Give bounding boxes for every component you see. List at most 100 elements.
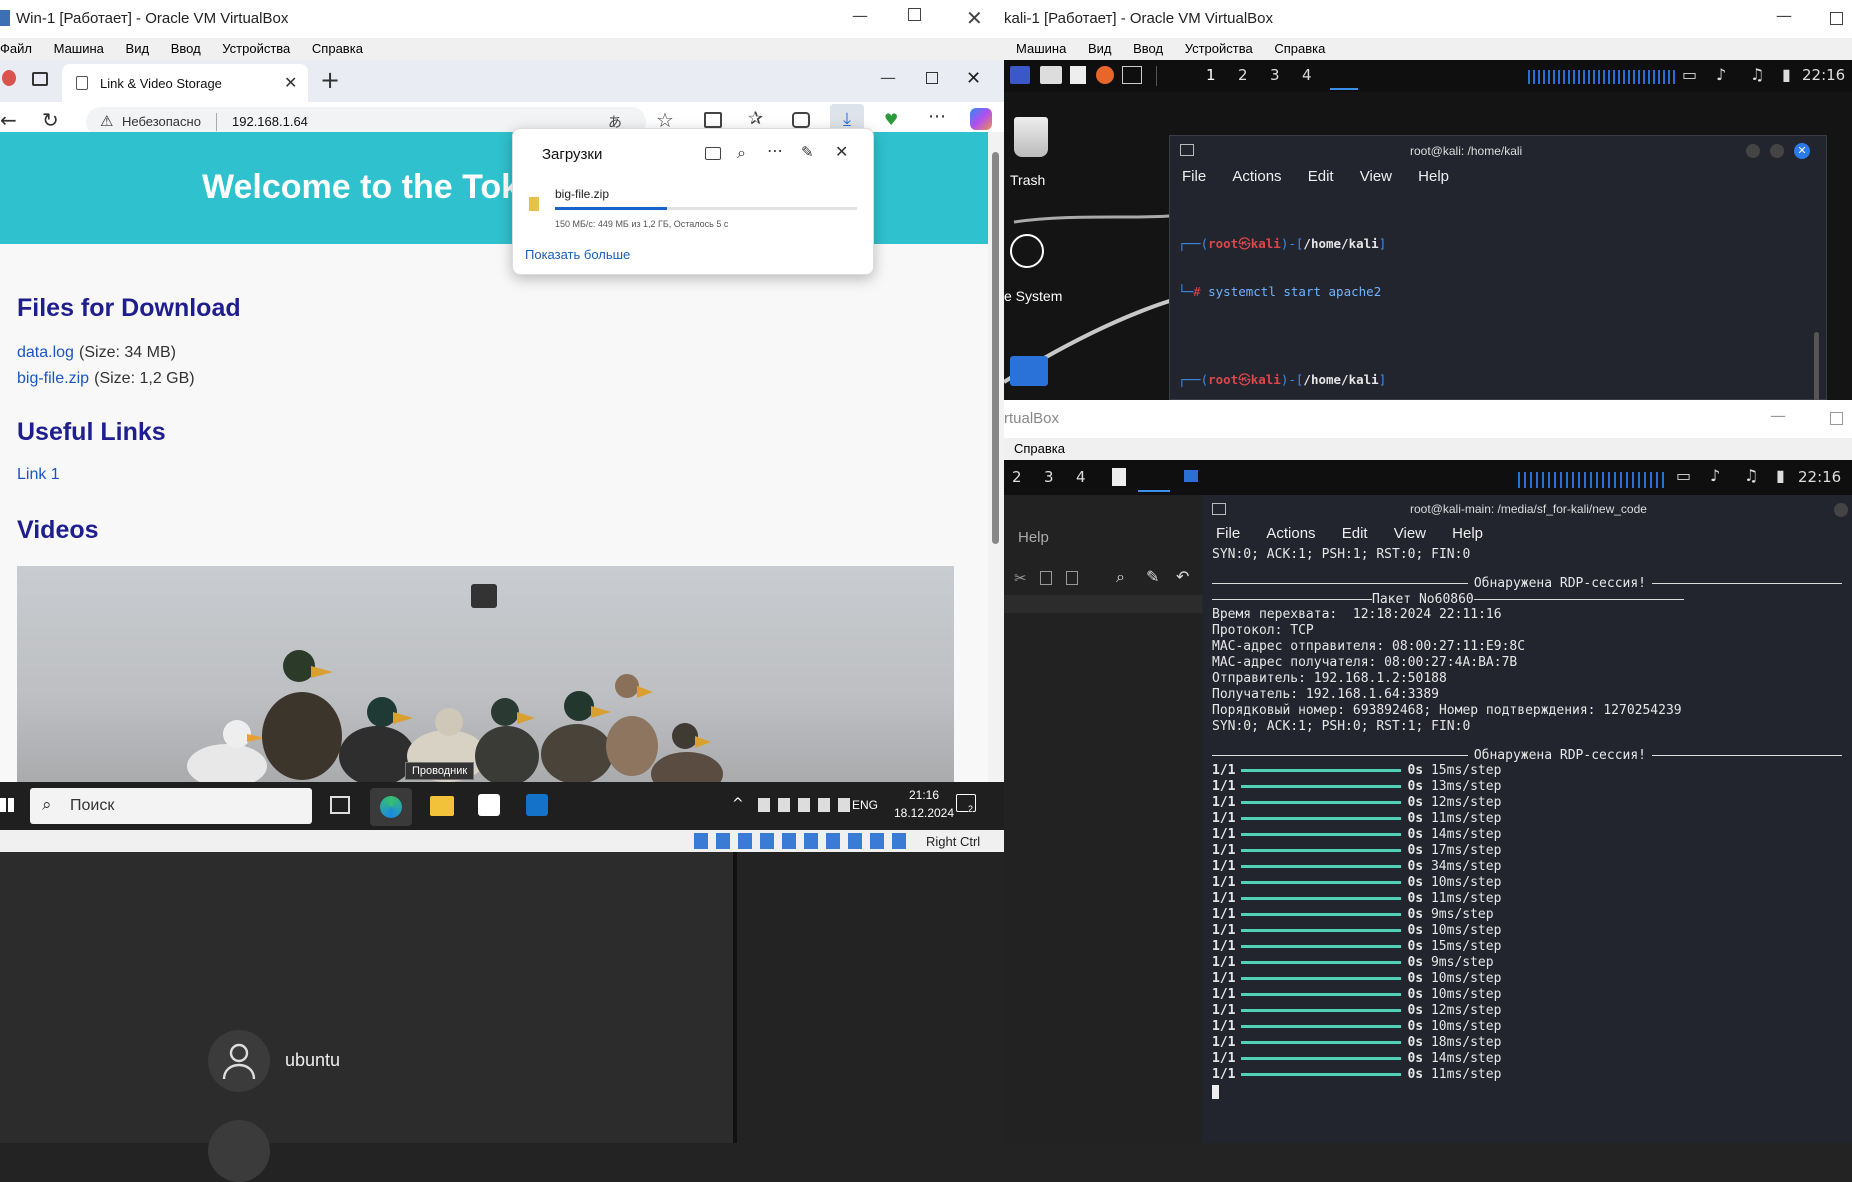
menu-help[interactable]: Справка	[312, 41, 363, 56]
workspace-1[interactable]: 1	[1206, 66, 1216, 84]
tools-icon[interactable]: ✎	[1146, 567, 1159, 586]
home-folder-icon[interactable]	[1010, 356, 1048, 386]
editor-icon[interactable]	[1112, 468, 1126, 486]
more-icon[interactable]: ⋯	[928, 106, 946, 127]
outlook-icon[interactable]	[526, 794, 548, 816]
system-icon[interactable]	[1010, 234, 1044, 268]
maximize-icon[interactable]	[1830, 412, 1843, 425]
url-text[interactable]: 192.168.1.64	[232, 114, 308, 129]
link-1[interactable]: Link 1	[17, 466, 60, 484]
menu-help[interactable]: Справка	[1274, 41, 1325, 56]
term-menu-edit[interactable]: Edit	[1308, 168, 1334, 185]
download-filename[interactable]: big-file.zip	[555, 187, 609, 201]
browser-essentials-icon[interactable]: ♥	[884, 110, 898, 129]
workspace-2[interactable]: 2	[1238, 66, 1248, 84]
tab-close-icon[interactable]: ✕	[284, 73, 297, 92]
menu-machine[interactable]: Машина	[54, 41, 104, 56]
kali-menu-icon[interactable]	[1010, 66, 1030, 84]
security-label[interactable]: Небезопасно	[122, 114, 201, 129]
menu-devices[interactable]: Устройства	[1185, 41, 1253, 56]
warning-icon[interactable]: ⚠	[100, 112, 113, 130]
maximize-icon[interactable]	[1830, 12, 1843, 25]
edge-taskbar-bg[interactable]	[370, 788, 412, 826]
minimize-icon[interactable]: —	[852, 6, 868, 25]
video-player[interactable]	[17, 566, 954, 782]
tab-actions-icon[interactable]	[32, 72, 48, 86]
menu-view[interactable]: Вид	[126, 41, 150, 56]
terminal-minimize-icon[interactable]	[1746, 144, 1760, 158]
term-menu-actions[interactable]: Actions	[1266, 525, 1315, 542]
show-more-link[interactable]: Показать больше	[525, 247, 630, 262]
close-flyout-icon[interactable]: ✕	[835, 142, 848, 161]
taskbar-search[interactable]: ⌕ Поиск	[30, 788, 312, 824]
lang-indicator[interactable]: ENG	[852, 798, 878, 812]
file-link-big-file[interactable]: big-file.zip	[17, 370, 89, 387]
battery-icon[interactable]: ▮	[1776, 466, 1785, 485]
firefox-icon[interactable]	[1096, 66, 1114, 84]
editor-icon[interactable]	[1070, 66, 1086, 84]
workspace-3[interactable]: 3	[1270, 66, 1280, 84]
menu-input[interactable]: Ввод	[1133, 41, 1163, 56]
menu-devices[interactable]: Устройства	[222, 41, 290, 56]
favorites-icon[interactable]: ✰	[748, 108, 763, 129]
user-avatar-icon[interactable]	[208, 1030, 270, 1092]
store-icon[interactable]	[478, 794, 500, 816]
tab-active[interactable]: Link & Video Storage ✕	[62, 64, 308, 102]
pip-icon[interactable]	[471, 584, 497, 608]
start-icon[interactable]	[0, 798, 14, 812]
terminal-scroll-thumb[interactable]	[1814, 332, 1819, 400]
menu-help[interactable]: Справка	[1014, 441, 1065, 456]
term-menu-edit[interactable]: Edit	[1342, 525, 1368, 542]
files-icon[interactable]	[1040, 66, 1062, 84]
copilot-icon[interactable]	[970, 108, 992, 130]
tray-icons[interactable]	[758, 798, 850, 812]
new-tab-icon[interactable]: +	[320, 66, 340, 94]
fm-menu-help[interactable]: Help	[1018, 529, 1049, 546]
bell-icon[interactable]: ♫	[1744, 466, 1758, 485]
browser-close-icon[interactable]: ✕	[966, 68, 981, 89]
term-menu-view[interactable]: View	[1394, 525, 1426, 542]
display-icon[interactable]: ▭	[1676, 466, 1691, 485]
terminal-task[interactable]	[1138, 464, 1170, 492]
paste-icon[interactable]	[1066, 571, 1078, 585]
workspace-4[interactable]: 4	[1302, 66, 1312, 84]
tray-chevron-icon[interactable]: ^	[732, 796, 744, 812]
volume-icon[interactable]: ♪	[1716, 65, 1726, 84]
user-avatar-icon-2[interactable]	[208, 1120, 270, 1182]
workspace-3[interactable]: 3	[1044, 468, 1054, 486]
search-icon[interactable]: ⌕	[1116, 567, 1125, 587]
display-icon[interactable]: ▭	[1682, 65, 1697, 84]
refresh-icon[interactable]: ↻	[42, 108, 59, 132]
kali-terminal-1[interactable]: root@kali: /home/kali ✕ File Actions Edi…	[1169, 135, 1827, 400]
open-folder-icon[interactable]	[705, 147, 721, 160]
system-label[interactable]: e System	[1004, 288, 1062, 304]
close-icon[interactable]: ✕	[966, 6, 983, 30]
clock-date[interactable]: 18.12.2024	[884, 806, 964, 820]
terminal-icon[interactable]	[1122, 66, 1142, 84]
workspace-2[interactable]: 2	[1012, 468, 1022, 486]
term-menu-file[interactable]: File	[1182, 168, 1206, 185]
menu-machine[interactable]: Машина	[1016, 41, 1066, 56]
term-menu-help[interactable]: Help	[1418, 168, 1449, 185]
more-options-icon[interactable]: ⋯	[767, 141, 783, 160]
page-scrollbar[interactable]	[988, 132, 1004, 782]
collections-icon[interactable]	[792, 112, 810, 128]
volume-icon[interactable]: ♪	[1710, 466, 1720, 485]
scroll-thumb[interactable]	[992, 152, 999, 544]
bell-icon[interactable]: ♫	[1750, 65, 1764, 84]
cut-icon[interactable]: ✂	[1014, 569, 1027, 587]
term-menu-help[interactable]: Help	[1452, 525, 1483, 542]
active-task[interactable]	[1330, 62, 1358, 90]
undo-icon[interactable]: ↶	[1176, 567, 1189, 586]
term-menu-view[interactable]: View	[1360, 168, 1392, 185]
pin-icon[interactable]: ✎	[801, 143, 814, 161]
terminal-maximize-icon[interactable]	[1770, 144, 1784, 158]
file-explorer-icon[interactable]	[430, 796, 454, 816]
profile-icon[interactable]	[2, 70, 16, 86]
search-icon[interactable]: ⌕	[737, 143, 746, 163]
vbox-status-icons[interactable]	[694, 833, 914, 849]
menu-view[interactable]: Вид	[1088, 41, 1112, 56]
battery-icon[interactable]: ▮	[1782, 65, 1791, 84]
kali-terminal-2[interactable]: root@kali-main: /media/sf_for-kali/new_c…	[1202, 495, 1852, 1143]
user-name[interactable]: ubuntu	[285, 1050, 340, 1071]
